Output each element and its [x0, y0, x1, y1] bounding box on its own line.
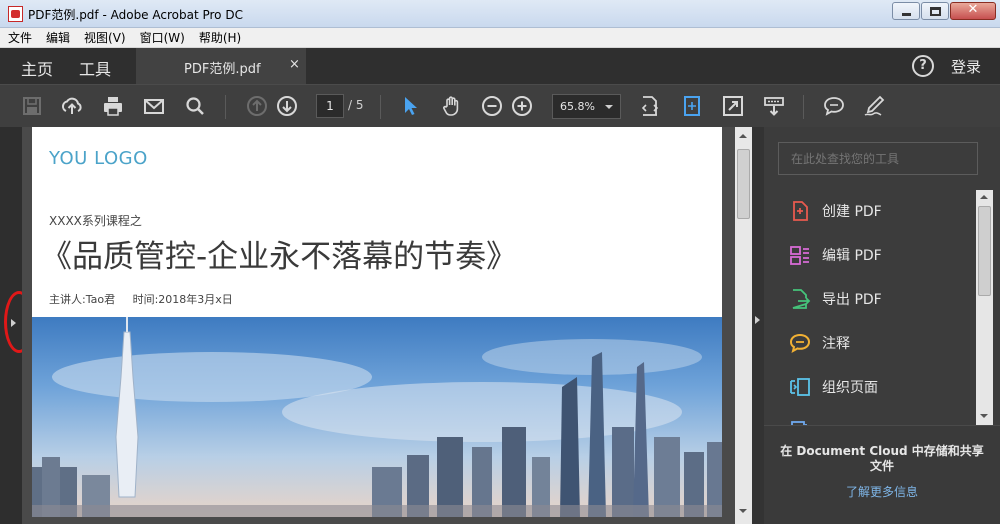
- scroll-down-icon[interactable]: [980, 414, 988, 418]
- comment-tool-icon: [788, 331, 812, 355]
- maximize-button[interactable]: [921, 2, 949, 20]
- tool-label: 注释: [822, 336, 850, 352]
- export-pdf-icon: [788, 287, 812, 311]
- toolbar-separator: [380, 95, 381, 119]
- menu-file[interactable]: 文件: [8, 29, 32, 46]
- learn-more-link[interactable]: 了解更多信息: [764, 483, 1000, 500]
- rotate-icon[interactable]: [680, 94, 704, 118]
- scroll-up-icon[interactable]: [980, 195, 988, 199]
- read-mode-icon[interactable]: [762, 94, 786, 118]
- tools-scrollbar[interactable]: [976, 190, 993, 425]
- hand-icon[interactable]: [440, 94, 464, 118]
- close-window-button[interactable]: ✕: [950, 2, 996, 20]
- tool-label: 编辑 PDF: [822, 248, 882, 264]
- zoom-in-icon[interactable]: [510, 94, 534, 118]
- search-icon[interactable]: [183, 94, 207, 118]
- scroll-thumb[interactable]: [737, 149, 750, 219]
- scroll-thumb[interactable]: [978, 206, 991, 296]
- main-area: YOU LOGO XXXX系列课程之 《品质管控-企业永不落幕的节奏》 主讲人:…: [0, 127, 1000, 524]
- tab-home[interactable]: 主页: [21, 56, 53, 80]
- menu-edit[interactable]: 编辑: [46, 29, 70, 46]
- toolbar: 1 / 5 65.8%: [0, 84, 1000, 127]
- city-skyline-image: [32, 317, 722, 517]
- zoom-out-icon[interactable]: [480, 94, 504, 118]
- cloud-promo-text: 在 Document Cloud 中存储和共享文件: [780, 444, 984, 473]
- document-logo: YOU LOGO: [49, 148, 148, 169]
- tool-search-input[interactable]: [778, 142, 978, 175]
- edit-pdf-icon: [788, 243, 812, 267]
- close-icon: ✕: [967, 2, 979, 17]
- email-icon[interactable]: [142, 94, 166, 118]
- window-title: PDF范例.pdf - Adobe Acrobat Pro DC: [28, 8, 243, 22]
- page-total: / 5: [348, 98, 364, 112]
- tool-label: 导出 PDF: [822, 292, 882, 308]
- page-fit-icon[interactable]: [638, 94, 662, 118]
- minimize-button[interactable]: [892, 2, 920, 20]
- sign-icon[interactable]: [862, 94, 886, 118]
- acrobat-app-icon: [8, 6, 23, 22]
- fullscreen-icon[interactable]: [721, 94, 745, 118]
- right-pane-toggle[interactable]: [752, 127, 764, 524]
- tool-organize-pages[interactable]: 组织页面: [788, 372, 878, 402]
- window-controls: ✕: [891, 2, 996, 20]
- menu-bar: 文件 编辑 视图(V) 窗口(W) 帮助(H): [0, 28, 1000, 48]
- menu-view[interactable]: 视图(V): [84, 29, 126, 46]
- tool-create-pdf[interactable]: 创建 PDF: [788, 196, 882, 226]
- zoom-level-value: 65.8%: [560, 100, 595, 113]
- menu-window[interactable]: 窗口(W): [140, 29, 185, 46]
- close-tab-button[interactable]: ×: [289, 57, 300, 72]
- page-number-input[interactable]: 1: [316, 94, 344, 118]
- next-page-icon[interactable]: [275, 94, 299, 118]
- scroll-down-icon[interactable]: [739, 509, 747, 513]
- organize-pages-icon: [788, 375, 812, 399]
- tools-pane: 创建 PDF 编辑 PDF 导出 PDF 注释: [764, 127, 1000, 524]
- menu-help[interactable]: 帮助(H): [199, 29, 241, 46]
- document-speaker: 主讲人:Tao君: [49, 293, 116, 306]
- pdf-page: YOU LOGO XXXX系列课程之 《品质管控-企业永不落幕的节奏》 主讲人:…: [32, 127, 722, 517]
- tool-list: 创建 PDF 编辑 PDF 导出 PDF 注释 组织页面: [764, 190, 976, 425]
- scroll-up-icon[interactable]: [739, 134, 747, 138]
- tab-document[interactable]: PDF范例.pdf ×: [136, 48, 306, 84]
- tool-more[interactable]: [788, 416, 822, 425]
- save-icon[interactable]: [20, 94, 44, 118]
- tool-label: 组织页面: [822, 380, 878, 396]
- document-time: 时间:2018年3月x日: [132, 293, 233, 306]
- minimize-icon: [902, 13, 911, 16]
- help-icon[interactable]: ?: [912, 55, 934, 77]
- prev-page-icon[interactable]: [245, 94, 269, 118]
- chevron-down-icon: [605, 105, 613, 109]
- tool-label: 创建 PDF: [822, 204, 882, 220]
- toolbar-separator: [225, 95, 226, 119]
- maximize-icon: [930, 7, 941, 16]
- collapse-right-pane-icon: [755, 316, 760, 324]
- document-meta: 主讲人:Tao君 时间:2018年3月x日: [49, 291, 247, 307]
- document-cloud-promo: 在 Document Cloud 中存储和共享文件 了解更多信息: [764, 425, 1000, 524]
- document-tab-label: PDF范例.pdf: [184, 62, 261, 77]
- document-viewer[interactable]: YOU LOGO XXXX系列课程之 《品质管控-企业永不落幕的节奏》 主讲人:…: [22, 127, 735, 524]
- zoom-level-select[interactable]: 65.8%: [552, 94, 621, 119]
- tab-tools[interactable]: 工具: [79, 56, 111, 80]
- tool-comment[interactable]: 注释: [788, 328, 850, 358]
- tool-export-pdf[interactable]: 导出 PDF: [788, 284, 882, 314]
- tool-edit-pdf[interactable]: 编辑 PDF: [788, 240, 882, 270]
- select-icon[interactable]: [398, 94, 422, 118]
- upload-icon[interactable]: [60, 94, 84, 118]
- document-scrollbar[interactable]: [735, 127, 752, 524]
- document-series: XXXX系列课程之: [49, 214, 142, 228]
- window-title-bar: PDF范例.pdf - Adobe Acrobat Pro DC ✕: [0, 0, 1000, 28]
- tab-bar: 主页 工具 PDF范例.pdf × ? 登录: [0, 48, 1000, 84]
- print-icon[interactable]: [101, 94, 125, 118]
- create-pdf-icon: [788, 199, 812, 223]
- document-title: 《品质管控-企业永不落幕的节奏》: [41, 239, 518, 275]
- comment-icon[interactable]: [822, 94, 846, 118]
- toolbar-separator: [803, 95, 804, 119]
- login-link[interactable]: 登录: [951, 56, 981, 77]
